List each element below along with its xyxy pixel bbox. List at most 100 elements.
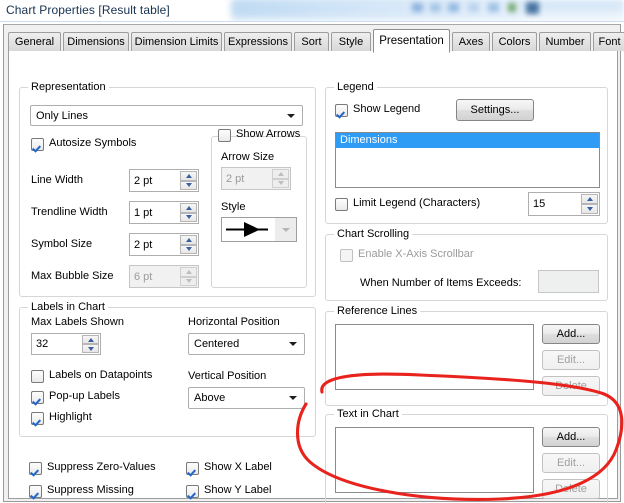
text-in-chart-add-label: Add...	[556, 431, 586, 443]
reference-lines-edit-button: Edit...	[542, 350, 600, 370]
spinner-down-icon[interactable]	[82, 344, 99, 353]
line-width-spin-buttons[interactable]	[180, 171, 197, 190]
show-arrows-row[interactable]: Show Arrows	[218, 128, 300, 143]
show-x-label-checkbox[interactable]	[186, 462, 199, 475]
chevron-down-icon	[289, 396, 297, 400]
tab-colors[interactable]: Colors	[492, 32, 537, 51]
legend-settings-button[interactable]: Settings...	[456, 99, 534, 121]
trendline-width-spinner[interactable]: 1 pt	[129, 201, 199, 224]
popup-labels-checkbox[interactable]	[31, 391, 44, 404]
tab-general[interactable]: General	[8, 32, 61, 51]
symbol-size-spinner[interactable]: 2 pt	[129, 233, 199, 256]
legend-group: Legend Show Legend Settings... Dimension…	[325, 81, 608, 224]
max-bubble-size-spin-buttons	[180, 267, 197, 286]
show-x-label-label: Show X Label	[204, 461, 272, 473]
representation-group-caption: Representation	[28, 81, 109, 93]
enable-x-axis-scrollbar-label: Enable X-Axis Scrollbar	[358, 248, 474, 260]
dialog-body: General Dimensions Dimension Limits Expr…	[3, 24, 624, 503]
representation-type-combo[interactable]: Only Lines	[30, 105, 303, 126]
labels-on-datapoints-label: Labels on Datapoints	[49, 369, 153, 381]
spinner-up-icon[interactable]	[180, 203, 197, 213]
vertical-position-value: Above	[194, 392, 226, 404]
when-items-exceeds-label: When Number of Items Exceeds:	[360, 277, 522, 289]
arrow-style-dropdown-button[interactable]	[275, 218, 296, 241]
labels-in-chart-group: Labels in Chart Max Labels Shown 32 Labe…	[19, 301, 316, 437]
show-arrows-checkbox[interactable]	[218, 129, 231, 142]
text-in-chart-group: Text in Chart Add... Edit... Delete	[325, 408, 608, 503]
labels-on-datapoints-checkbox[interactable]	[31, 370, 44, 383]
legend-selected-item-label: Dimensions	[340, 134, 398, 146]
show-arrows-group: Show Arrows Arrow Size 2 pt Style	[211, 128, 307, 288]
tab-expressions[interactable]: Expressions	[224, 32, 292, 51]
suppress-missing-checkbox[interactable]	[29, 485, 42, 498]
arrow-style-preview	[222, 218, 275, 241]
arrow-style-label: Style	[221, 201, 246, 213]
chevron-down-icon	[281, 227, 290, 232]
suppress-missing-label: Suppress Missing	[47, 484, 134, 496]
spinner-down-icon[interactable]	[581, 204, 598, 214]
line-width-label: Line Width	[31, 174, 83, 186]
reference-lines-edit-label: Edit...	[556, 354, 586, 366]
reference-lines-delete-button: Delete	[542, 376, 600, 396]
window-title: Chart Properties [Result table]	[6, 3, 170, 17]
reference-lines-group: Reference Lines Add... Edit... Delete	[325, 305, 608, 406]
suppress-zero-values-checkbox[interactable]	[29, 462, 42, 475]
max-bubble-size-spinner: 6 pt	[129, 265, 199, 288]
reference-lines-add-label: Add...	[556, 328, 586, 340]
arrow-size-spin-buttons	[272, 169, 289, 188]
highlight-checkbox[interactable]	[31, 412, 44, 425]
tab-dimensions[interactable]: Dimensions	[63, 32, 129, 51]
show-legend-checkbox[interactable]	[335, 104, 348, 117]
legend-items-listbox[interactable]: Dimensions	[335, 132, 600, 188]
max-labels-shown-spin-buttons[interactable]	[82, 335, 99, 353]
show-arrows-label: Show Arrows	[236, 128, 301, 140]
trendline-width-label: Trendline Width	[31, 206, 108, 218]
tab-sort[interactable]: Sort	[294, 32, 329, 51]
limit-legend-spinner[interactable]: 15	[528, 192, 600, 216]
horizontal-position-combo[interactable]: Centered	[188, 333, 305, 355]
spinner-down-icon	[272, 178, 289, 188]
text-in-chart-listbox[interactable]	[335, 427, 534, 493]
spinner-up-icon[interactable]	[82, 335, 99, 344]
chart-properties-window: Chart Properties [Result table] General …	[0, 0, 624, 503]
autosize-symbols-checkbox[interactable]	[31, 138, 44, 151]
max-labels-shown-value: 32	[36, 338, 49, 350]
chart-scrolling-caption: Chart Scrolling	[334, 228, 413, 240]
limit-legend-label: Limit Legend (Characters)	[353, 197, 481, 209]
spinner-down-icon[interactable]	[180, 244, 197, 254]
spinner-up-icon[interactable]	[180, 171, 197, 181]
arrow-style-combo[interactable]	[221, 217, 297, 242]
tab-style[interactable]: Style	[331, 32, 371, 51]
tab-font[interactable]: Font	[593, 32, 624, 51]
reference-lines-add-button[interactable]: Add...	[542, 324, 600, 344]
list-item[interactable]: Dimensions	[336, 133, 599, 148]
show-y-label-checkbox[interactable]	[186, 485, 199, 498]
arrow-size-spinner: 2 pt	[221, 167, 291, 190]
spinner-down-icon[interactable]	[180, 212, 197, 222]
symbol-size-spin-buttons[interactable]	[180, 235, 197, 254]
limit-legend-spin-buttons[interactable]	[581, 194, 598, 214]
spinner-down-icon[interactable]	[180, 180, 197, 190]
spinner-up-icon	[272, 169, 289, 179]
title-bar-divider	[0, 21, 624, 22]
vertical-position-combo[interactable]: Above	[188, 387, 305, 409]
line-width-spinner[interactable]: 2 pt	[129, 169, 199, 192]
tab-presentation[interactable]: Presentation	[373, 29, 450, 53]
spinner-up-icon[interactable]	[180, 235, 197, 245]
tab-dimension-limits[interactable]: Dimension Limits	[131, 32, 222, 51]
trendline-width-spin-buttons[interactable]	[180, 203, 197, 222]
reference-lines-delete-label: Delete	[555, 380, 587, 392]
representation-type-value: Only Lines	[36, 109, 88, 122]
max-labels-shown-spinner[interactable]: 32	[31, 333, 101, 355]
max-labels-shown-label: Max Labels Shown	[31, 316, 124, 328]
reference-lines-caption: Reference Lines	[334, 305, 421, 317]
text-in-chart-add-button[interactable]: Add...	[542, 427, 600, 447]
tab-number[interactable]: Number	[539, 32, 591, 51]
tab-axes[interactable]: Axes	[452, 32, 490, 51]
spinner-up-icon[interactable]	[581, 194, 598, 204]
max-bubble-size-value: 6 pt	[134, 270, 153, 283]
chevron-down-icon	[289, 342, 297, 346]
limit-legend-checkbox[interactable]	[335, 198, 348, 211]
reference-lines-listbox[interactable]	[335, 324, 534, 390]
popup-labels-label: Pop-up Labels	[49, 390, 120, 402]
